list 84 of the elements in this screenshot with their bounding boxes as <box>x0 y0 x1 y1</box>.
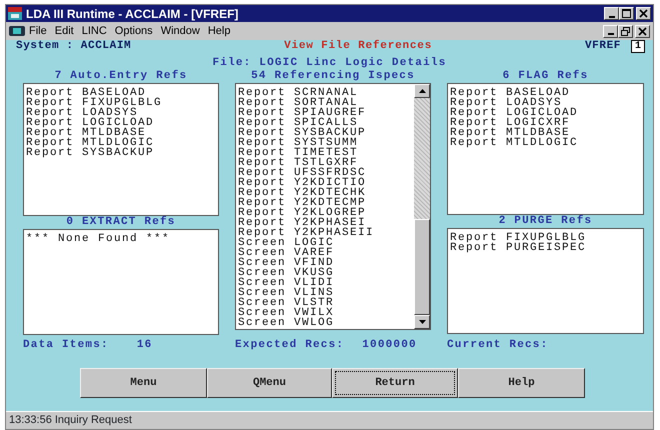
minimize-icon <box>608 16 614 18</box>
list-item[interactable]: Report Y2KPHASEII <box>238 228 374 238</box>
field-label: Current Recs: <box>447 339 548 351</box>
list-item[interactable]: Report SYSTSUMM <box>238 138 358 148</box>
menu-item[interactable]: Options <box>110 25 157 37</box>
list-item[interactable]: *** None Found *** <box>26 234 170 244</box>
action-button[interactable]: Help <box>458 368 585 398</box>
list-item[interactable]: Report SPICALLS <box>238 118 358 128</box>
list-item[interactable]: Screen LOGIC <box>238 238 334 248</box>
list-item[interactable]: Report BASELOAD <box>26 88 146 98</box>
system-label: System : ACCLAIM <box>16 38 132 54</box>
page-number: 1 <box>630 40 645 52</box>
close-icon <box>638 26 647 36</box>
panel-title: 2 PURGE Refs <box>498 215 592 228</box>
restore-button[interactable] <box>618 24 633 38</box>
panel-title: 0 EXTRACT Refs <box>66 216 176 229</box>
menu-item[interactable]: Edit <box>50 25 78 37</box>
list-item[interactable]: Report SPIAUGREF <box>238 108 366 118</box>
list-item[interactable]: Report UFSSFRDSC <box>238 168 366 178</box>
list-item[interactable]: Screen VWILX <box>238 308 334 318</box>
list-item[interactable]: Report FIXUPGLBLG <box>26 98 162 108</box>
status-text: 13:33:56 Inquiry Request <box>9 414 132 427</box>
list-item[interactable]: Report PURGEISPEC <box>450 243 586 253</box>
menu-item[interactable]: Help <box>204 25 234 37</box>
list-item[interactable]: Report FIXUPGLBLG <box>450 233 586 243</box>
down-arrow-icon <box>418 320 426 324</box>
maximize-button[interactable] <box>619 7 634 20</box>
action-button[interactable]: QMenu <box>207 368 332 398</box>
restore-icon <box>621 26 630 36</box>
list-item[interactable]: Report Y2KDTECMP <box>238 198 366 208</box>
list-item[interactable]: Report LOGICLOAD <box>26 118 154 128</box>
file-title: File: LOGIC Linc Logic Details <box>212 56 447 70</box>
action-button[interactable]: Menu <box>80 368 207 398</box>
list-item[interactable]: Screen VLSTR <box>238 298 334 308</box>
list-item[interactable]: Report Y2KDTECHK <box>238 188 366 198</box>
panel-title: 54 Referencing Ispecs <box>251 70 415 83</box>
screen-code: VFREF <box>584 38 621 54</box>
list-item[interactable]: Screen VKUSG <box>238 268 334 278</box>
list-item[interactable]: Report LOGICXRF <box>450 118 570 128</box>
list-item[interactable]: Report LOADSYS <box>450 98 562 108</box>
menu-item[interactable]: LINC <box>78 25 111 37</box>
maximize-icon <box>622 9 631 18</box>
document-icon <box>9 25 25 37</box>
list-item[interactable]: Screen VAREF <box>238 248 334 258</box>
list-item[interactable]: Report MTLDLOGIC <box>450 138 578 148</box>
list-item[interactable]: Screen VLIDI <box>238 278 334 288</box>
screen-title: View File References <box>284 40 432 52</box>
close-button[interactable] <box>635 24 650 38</box>
list-item[interactable]: Screen VFIND <box>238 258 334 268</box>
scrollbar[interactable] <box>414 84 430 329</box>
menu-item[interactable]: File <box>25 25 51 37</box>
list-item[interactable]: Report SYSBACKUP <box>238 128 366 138</box>
list-item[interactable]: Report MTLDLOGIC <box>26 138 154 148</box>
list-item[interactable]: Report TIMETEST <box>238 148 358 158</box>
list-item[interactable]: Report TSTLGXRF <box>238 158 358 168</box>
minimize-icon <box>608 33 614 35</box>
field-label: Expected Recs: <box>235 339 344 351</box>
list-item[interactable]: Report Y2KLOGREP <box>238 208 366 218</box>
list-item[interactable]: Report SORTANAL <box>238 98 358 108</box>
list-item[interactable]: Report LOADSYS <box>26 108 138 118</box>
up-arrow-icon <box>418 89 426 93</box>
panel-title: 6 FLAG Refs <box>502 70 588 83</box>
list-item[interactable]: Report Y2KPHASEI <box>238 218 366 228</box>
panel-title: 7 Auto.Entry Refs <box>54 70 188 83</box>
list-item[interactable]: Screen VWLOG <box>238 318 334 328</box>
minimize-button[interactable] <box>603 24 618 38</box>
field-value: 16 <box>136 339 152 351</box>
field-label: Data Items: <box>23 339 109 351</box>
list-item[interactable]: Screen VLINS <box>238 288 334 298</box>
minimize-button[interactable] <box>604 7 619 20</box>
list-item[interactable]: Report LOGICLOAD <box>450 108 578 118</box>
list-item[interactable]: Report SYSBACKUP <box>26 148 154 158</box>
app-icon <box>8 7 22 20</box>
list-item[interactable]: Report Y2KDICTIO <box>238 178 366 188</box>
close-button[interactable] <box>636 7 651 20</box>
close-icon <box>639 9 648 18</box>
window-title: LDA III Runtime - ACCLAIM - [VFREF] <box>26 6 240 20</box>
list-item[interactable]: Report SCRNANAL <box>238 88 358 98</box>
action-button[interactable]: Return <box>332 368 458 398</box>
menu-item[interactable]: Window <box>156 25 204 37</box>
list-item[interactable]: Report MTLDBASE <box>26 128 146 138</box>
field-value: 1000000 <box>362 339 417 351</box>
list-item[interactable]: Report BASELOAD <box>450 88 570 98</box>
list-item[interactable]: Report MTLDBASE <box>450 128 570 138</box>
